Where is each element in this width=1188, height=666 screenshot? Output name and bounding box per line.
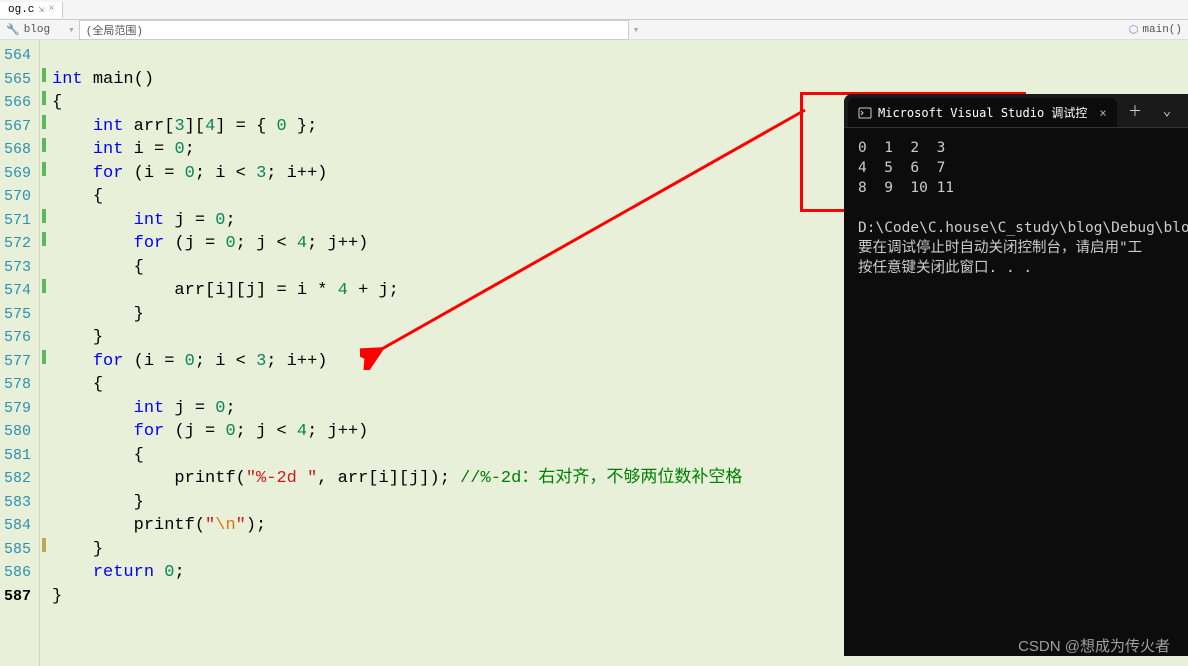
scope-label[interactable]: blog: [24, 24, 50, 36]
new-tab-button[interactable]: ＋: [1120, 98, 1150, 124]
divider: ▾: [68, 23, 75, 37]
wrench-icon: 🔧: [6, 23, 20, 37]
file-tab[interactable]: og.c ⇲ ×: [0, 2, 63, 18]
tab-name: og.c: [8, 4, 34, 16]
scope-dropdown[interactable]: (全局范围): [79, 20, 629, 40]
line-gutter: 5645655665675685695705715725735745755765…: [0, 40, 40, 666]
terminal-icon: [858, 106, 872, 120]
console-tab[interactable]: Microsoft Visual Studio 调试控 ×: [848, 98, 1117, 127]
console-output[interactable]: 0 1 2 3 4 5 6 7 8 9 10 11 D:\Code\C.hous…: [844, 128, 1188, 288]
change-marks: [40, 40, 52, 666]
console-title: Microsoft Visual Studio 调试控: [878, 104, 1087, 121]
file-tabs: og.c ⇲ ×: [0, 0, 1188, 20]
close-icon[interactable]: ×: [48, 4, 54, 15]
pin-icon[interactable]: ⇲: [38, 4, 44, 16]
chevron-down-icon: ▾: [633, 23, 640, 37]
function-label[interactable]: main(): [1142, 24, 1182, 36]
cube-icon: ⬡: [1129, 23, 1139, 37]
console-tabs: Microsoft Visual Studio 调试控 × ＋ ⌄: [844, 94, 1188, 128]
navigation-bar: 🔧 blog ▾ (全局范围) ▾ ⬡ main(): [0, 20, 1188, 40]
debug-console[interactable]: Microsoft Visual Studio 调试控 × ＋ ⌄ 0 1 2 …: [844, 94, 1188, 656]
watermark: CSDN @想成为传火者: [1018, 635, 1170, 656]
close-icon[interactable]: ×: [1099, 106, 1106, 120]
tab-menu-button[interactable]: ⌄: [1152, 98, 1182, 124]
